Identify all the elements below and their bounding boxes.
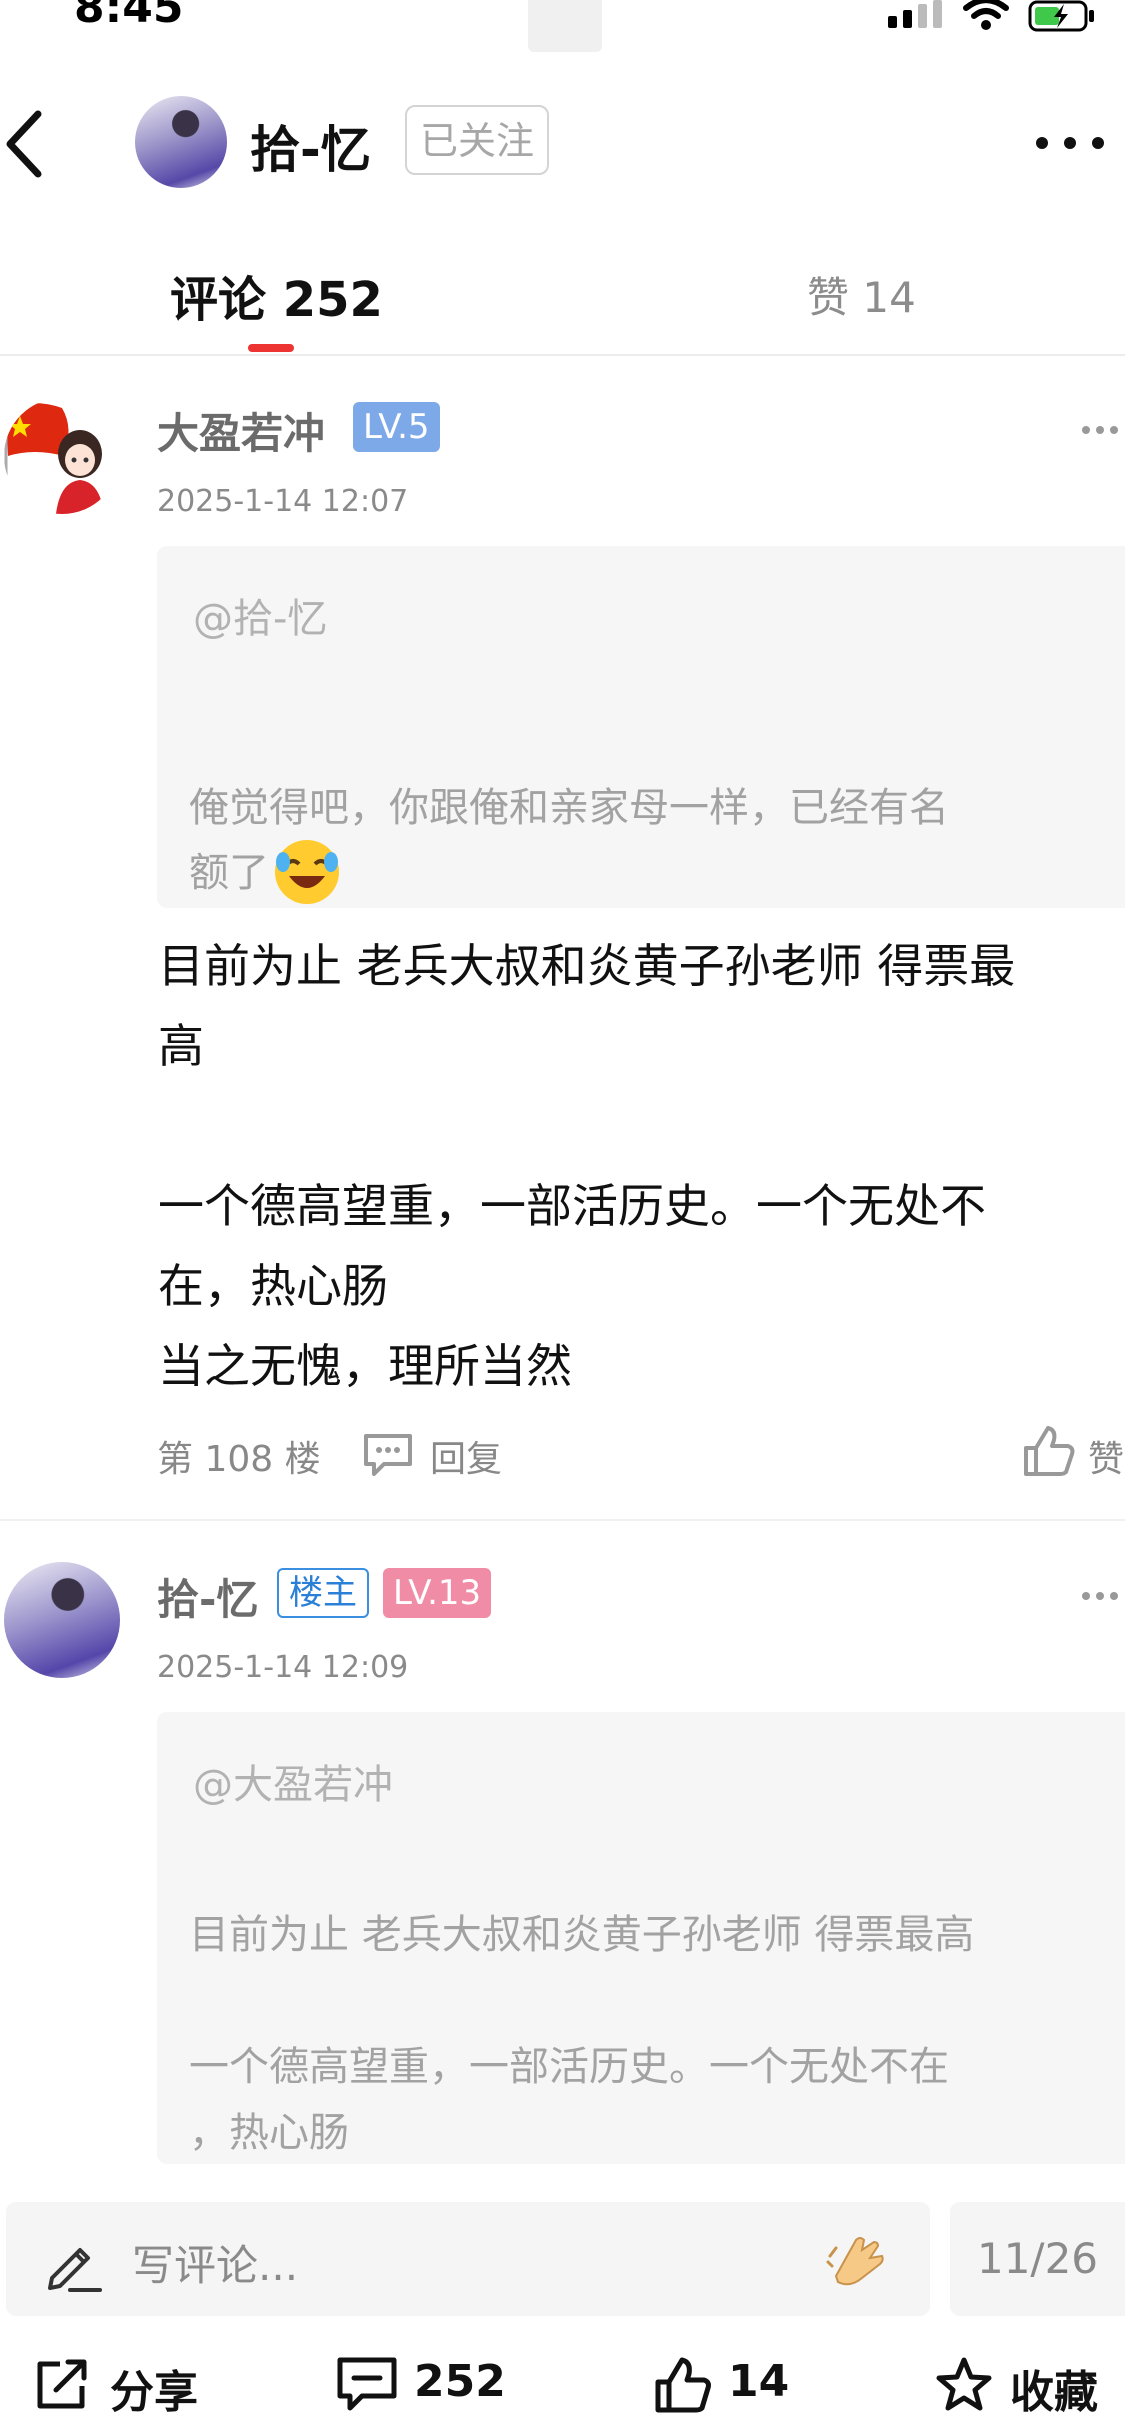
- comments-count: 252: [414, 2356, 506, 2407]
- comment-icon: [337, 2357, 397, 2411]
- share-icon: [37, 2359, 87, 2409]
- star-icon: [936, 2357, 992, 2411]
- comment-username[interactable]: 大盈若冲: [157, 400, 325, 461]
- like-button[interactable]: 赞: [1088, 1430, 1124, 1482]
- quote-mention[interactable]: @大盈若冲: [193, 1752, 393, 1810]
- status-time: 8:45: [74, 0, 184, 33]
- like-button[interactable]: 14: [654, 2352, 804, 2416]
- signal-icon: [888, 0, 942, 28]
- wifi-icon: [963, 0, 1009, 30]
- share-label: 分享: [110, 2367, 198, 2418]
- quoted-comment[interactable]: @拾-忆 俺觉得吧，你跟俺和亲家母一样，已经有名 额了: [157, 546, 1125, 908]
- comment-time: 2025-1-14 12:09: [157, 1650, 409, 1685]
- divider: [0, 354, 1125, 356]
- reply-button[interactable]: 回复: [430, 1430, 502, 1482]
- favorite-button[interactable]: 收藏: [934, 2352, 1124, 2418]
- quote-mention[interactable]: @拾-忆: [193, 586, 327, 644]
- thumbs-up-icon[interactable]: [1022, 1424, 1076, 1478]
- share-button[interactable]: 分享: [34, 2352, 204, 2418]
- flag-girl-avatar-icon: [4, 403, 104, 514]
- pen-icon: [48, 2248, 102, 2292]
- page-title[interactable]: 拾-忆: [250, 110, 371, 182]
- chevron-left-icon: [6, 110, 42, 178]
- active-tab-indicator: [248, 344, 294, 352]
- quote-text: 俺觉得吧，你跟俺和亲家母一样，已经有名 额了: [189, 736, 949, 908]
- battery-icon: [1028, 0, 1094, 32]
- back-button[interactable]: [0, 108, 60, 180]
- quoted-comment[interactable]: @大盈若冲 目前为止 老兵大叔和炎黄子孙老师 得票最高 一个德高望重，一部活历史…: [157, 1712, 1125, 2164]
- avatar[interactable]: [4, 398, 120, 514]
- divider: [0, 1519, 1125, 1521]
- status-notch: [528, 0, 602, 52]
- quote-text: 目前为止 老兵大叔和炎黄子孙老师 得票最高 一个德高望重，一部活历史。一个无处不…: [189, 1912, 975, 2156]
- comment-more-button[interactable]: [1082, 420, 1122, 440]
- reply-icon[interactable]: [362, 1432, 414, 1476]
- laughing-crying-emoji-icon: [275, 840, 339, 904]
- favorite-label: 收藏: [1010, 2367, 1098, 2418]
- avatar[interactable]: [135, 96, 227, 188]
- tab-likes[interactable]: 赞 14: [807, 264, 916, 325]
- comment-username[interactable]: 拾-忆: [157, 1566, 258, 1627]
- comment-text: 目前为止 老兵大叔和炎黄子孙老师 得票最 高 一个德高望重，一部活历史。一个无处…: [158, 939, 1016, 1393]
- more-dots-icon: [1036, 137, 1048, 149]
- comment-time: 2025-1-14 12:07: [157, 484, 409, 519]
- page-indicator[interactable]: 11/26: [950, 2202, 1125, 2316]
- owner-badge: 楼主: [277, 1568, 369, 1618]
- tab-comments[interactable]: 评论 252: [170, 260, 383, 330]
- likes-count: 14: [728, 2356, 790, 2407]
- clap-hands-icon[interactable]: [826, 2226, 890, 2290]
- more-options-button[interactable]: [1030, 120, 1110, 160]
- level-badge: LV.5: [353, 402, 440, 452]
- floor-number: 第 108 楼: [157, 1439, 321, 1480]
- comments-button[interactable]: 252: [336, 2352, 506, 2416]
- follow-button[interactable]: 已关注: [405, 105, 549, 175]
- thumbs-up-icon: [655, 2357, 711, 2413]
- comment-more-button[interactable]: [1082, 1586, 1122, 1606]
- level-badge: LV.13: [383, 1568, 492, 1618]
- avatar[interactable]: [4, 1562, 120, 1678]
- comment-input-placeholder[interactable]: 写评论...: [132, 2232, 298, 2293]
